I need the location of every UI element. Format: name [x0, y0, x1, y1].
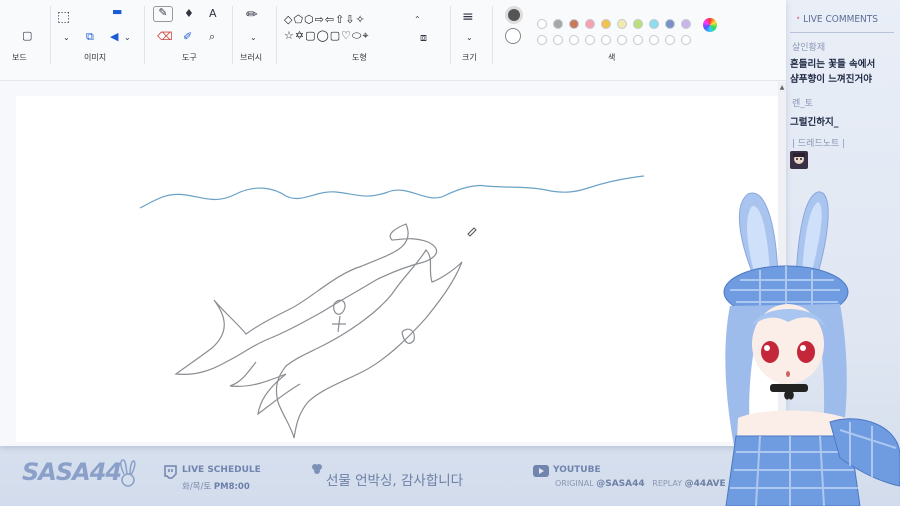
ribbon-toolbar: ▢ 보드 ⬚ ⌄ ⧉ ◀ ⌄ ▬ 이미지 ✎ ♦ A ⌫ ✐ ⌕ 도구 ✏ ⌄ …: [0, 0, 786, 81]
group-label-size: 크기: [462, 53, 477, 62]
size-lines-icon[interactable]: ≡: [462, 10, 474, 24]
color-swatch[interactable]: [617, 19, 627, 29]
schedule-title: LIVE SCHEDULE: [182, 465, 261, 475]
color-swatch[interactable]: [601, 19, 611, 29]
comment-author: 살인황제: [792, 43, 826, 53]
outline-icon[interactable]: ⧈: [420, 32, 427, 43]
ribbon-divider: [144, 6, 145, 64]
ribbon-divider: [50, 6, 51, 64]
text-icon[interactable]: A: [209, 8, 217, 19]
ribbon-divider: [450, 6, 451, 64]
commenter-avatar: [790, 151, 808, 169]
ribbon-divider: [232, 6, 233, 64]
color-swatch[interactable]: [649, 19, 659, 29]
fill-icon[interactable]: ♦: [184, 8, 194, 19]
crop-icon[interactable]: ⧉: [86, 31, 94, 42]
chevron-down-icon[interactable]: ⌄: [124, 32, 131, 43]
youtube-title: YOUTUBE: [553, 465, 601, 475]
live-comments-title: • LIVE COMMENTS: [796, 14, 878, 25]
comment-text: 샴푸향이 느껴진거야: [790, 74, 872, 85]
group-label-colors: 색: [608, 53, 616, 62]
color-swatch[interactable]: [633, 19, 643, 29]
chevron-down-icon[interactable]: ⌄: [250, 32, 257, 43]
youtube-icon: [533, 465, 549, 477]
dolphin-sketch: [275, 249, 463, 439]
chevron-down-icon[interactable]: ⌄: [466, 32, 473, 43]
marking-sketch: [332, 299, 415, 344]
drawing-canvas[interactable]: [16, 96, 778, 442]
shapes-gallery[interactable]: ◇⬠⬡⇨⇦⇧⇩✧ ☆✡▢◯▢♡⬭⌖: [284, 12, 408, 46]
pencil-cursor: [467, 227, 477, 237]
sparkle-icon: •: [796, 14, 801, 23]
color-picker-icon[interactable]: ✐: [183, 31, 192, 42]
custom-color-slot[interactable]: [585, 35, 595, 45]
color-swatch[interactable]: [537, 19, 547, 29]
comments-divider: [790, 32, 894, 33]
custom-color-slot[interactable]: [681, 35, 691, 45]
scroll-up-icon[interactable]: ⌃: [414, 14, 421, 25]
color-2-swatch[interactable]: [505, 28, 521, 44]
right-eye: [797, 341, 815, 363]
group-label-clipboard: 보드: [12, 53, 27, 62]
rotate-icon[interactable]: ◀: [110, 31, 118, 42]
bunny-logo-icon: [120, 459, 136, 487]
ribbon-divider: [492, 6, 493, 64]
comment-text: 흔들리는 꽃들 속에서: [790, 59, 876, 70]
group-label-shapes: 도형: [352, 53, 367, 62]
resize-icon[interactable]: ▬: [112, 6, 122, 17]
ribbon-divider: [276, 6, 277, 64]
custom-color-slot[interactable]: [665, 35, 675, 45]
comment-text: 그럴긴하지_: [790, 117, 839, 128]
schedule-days: 화/목/토 PM8:00: [182, 482, 250, 492]
custom-color-slot[interactable]: [601, 35, 611, 45]
color-swatch[interactable]: [665, 19, 675, 29]
choker: [770, 384, 808, 392]
drawing-layer: [139, 175, 645, 439]
color-swatch[interactable]: [585, 19, 595, 29]
water-line: [139, 175, 645, 209]
chevron-down-icon[interactable]: ⌄: [63, 32, 70, 43]
comment-author: 렌_토: [792, 99, 814, 109]
left-eye: [761, 341, 779, 363]
custom-color-slot[interactable]: [553, 35, 563, 45]
group-label-tools: 도구: [182, 53, 197, 62]
color-swatch[interactable]: [569, 19, 579, 29]
brush-icon[interactable]: ✏: [246, 8, 258, 22]
magnifier-icon[interactable]: ⌕: [209, 31, 215, 42]
channel-logo: SASA44: [22, 458, 122, 486]
color-swatch[interactable]: [681, 19, 691, 29]
select-icon[interactable]: ⬚: [57, 10, 70, 24]
youtube-channels: ORIGINAL @SASA44 REPLAY @44AVE: [555, 479, 726, 489]
group-label-brushes: 브러시: [240, 53, 263, 62]
paste-icon[interactable]: ▢: [22, 30, 32, 41]
eraser-icon[interactable]: ⌫: [157, 31, 173, 42]
custom-color-slot[interactable]: [569, 35, 579, 45]
color-1-swatch[interactable]: [505, 6, 523, 24]
tail-sketch: [229, 361, 301, 416]
twitch-icon: [164, 465, 177, 479]
group-label-image: 이미지: [84, 53, 107, 62]
schedule-time: PM8:00: [213, 482, 250, 492]
custom-color-slot[interactable]: [633, 35, 643, 45]
whale-sketch: [174, 223, 438, 375]
color-swatch[interactable]: [553, 19, 563, 29]
clover-icon: [312, 464, 322, 474]
stream-notice: 선물 언박싱, 감사합니다: [326, 473, 464, 489]
edit-colors-icon[interactable]: [703, 18, 717, 32]
pencil-icon[interactable]: ✎: [153, 6, 173, 22]
paint-window: ▢ 보드 ⬚ ⌄ ⧉ ◀ ⌄ ▬ 이미지 ✎ ♦ A ⌫ ✐ ⌕ 도구 ✏ ⌄ …: [0, 0, 786, 446]
custom-color-slot[interactable]: [617, 35, 627, 45]
custom-color-slot[interactable]: [649, 35, 659, 45]
comment-author: | 드레드노트 |: [792, 139, 846, 149]
custom-color-slot[interactable]: [537, 35, 547, 45]
